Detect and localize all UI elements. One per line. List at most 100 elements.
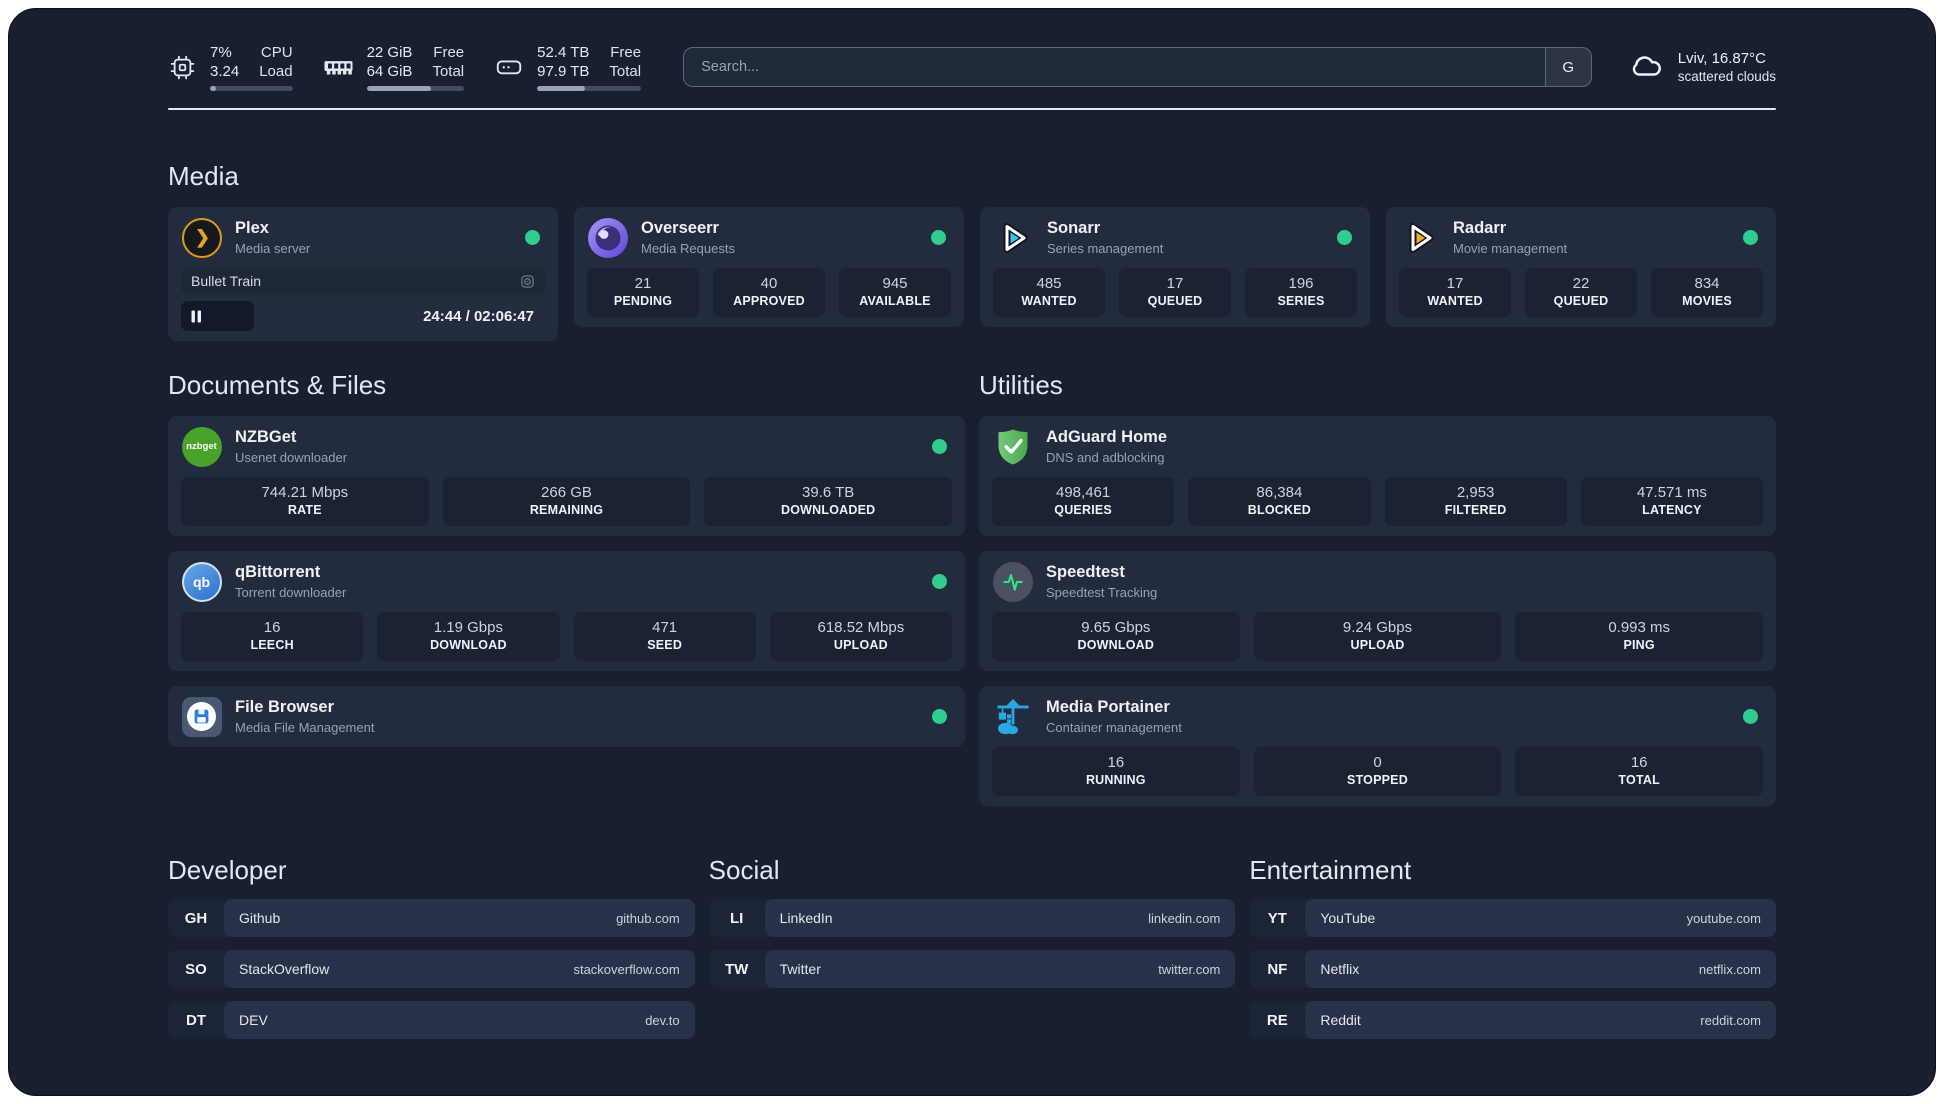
cloud-icon	[1628, 46, 1665, 83]
service-card-radarr[interactable]: Radarr Movie management 17 WANTED 22 QUEUED 83…	[1386, 207, 1776, 327]
system-resources: 7% 3.24 CPU Load 22 GiB 64 GiB Free Total 52.4 T…	[168, 43, 642, 91]
resource-value: 22 GiB	[366, 44, 413, 61]
adguard-icon	[992, 426, 1033, 467]
service-stats: 744.21 Mbps RATE 266 GB REMAINING 39.6 TB DOW…	[181, 477, 952, 526]
stat-total: 16 TOTAL	[1515, 747, 1763, 796]
bookmark-twitter[interactable]: TW Twitter twitter.com	[708, 950, 1236, 988]
stat-value: 16	[263, 619, 281, 636]
resource-label: Free	[433, 44, 465, 61]
bookmark-sections: Developer GH Github github.com SO StackOverfl…	[168, 854, 1776, 1079]
stat-queued: 22 QUEUED	[1525, 268, 1637, 317]
stat-value: 945	[882, 275, 908, 292]
resource-value: 52.4 TB	[537, 44, 590, 61]
bookmark-name: YouTube	[1320, 910, 1376, 926]
stat-label: PENDING	[613, 294, 673, 308]
cloud-icon	[1628, 46, 1665, 88]
bookmark-url: stackoverflow.com	[573, 961, 680, 977]
stat-value: 2,953	[1456, 484, 1495, 501]
plex-icon: ❯	[181, 217, 222, 258]
service-name: AdGuard Home	[1046, 428, 1168, 446]
section-title-utilities: Utilities	[979, 370, 1063, 400]
cpu-icon	[168, 53, 197, 82]
service-card-speedtest[interactable]: Speedtest Speedtest Tracking 9.65 Gbps DOWN…	[979, 551, 1776, 671]
service-card-sonarr[interactable]: Sonarr Series management 485 WANTED 17 QUEUED…	[980, 207, 1370, 327]
bookmark-name: Github	[239, 910, 281, 926]
stat-running: 16 RUNNING	[992, 747, 1240, 796]
stat-label: STOPPED	[1347, 773, 1408, 787]
service-card-media-portainer[interactable]: Media Portainer Container management 16 RUN…	[979, 686, 1776, 806]
bookmark-group-entertainment: Entertainment YT YouTube youtube.com NF Netfl…	[1249, 854, 1776, 1039]
bookmark-linkedin[interactable]: LI LinkedIn linkedin.com	[708, 899, 1236, 937]
bookmark-name: StackOverflow	[239, 961, 330, 977]
stat-downloaded: 39.6 TB DOWNLOADED	[704, 477, 952, 526]
stat-available: 945 AVAILABLE	[839, 268, 951, 317]
stat-wanted: 485 WANTED	[993, 268, 1105, 317]
bookmark-youtube[interactable]: YT YouTube youtube.com	[1249, 899, 1776, 937]
status-dot	[1743, 709, 1758, 724]
bookmark-url: youtube.com	[1686, 910, 1761, 926]
service-name: NZBGet	[235, 428, 297, 446]
service-card-file-browser[interactable]: File Browser Media File Management	[168, 686, 965, 747]
service-description: Speedtest Tracking	[1046, 585, 1158, 600]
service-card-overseerr[interactable]: Overseerr Media Requests 21 PENDING 40 APPROV…	[574, 207, 964, 327]
bookmark-dev[interactable]: DT DEV dev.to	[168, 1001, 695, 1039]
service-stats: 16 RUNNING 0 STOPPED 16 TOTAL	[992, 747, 1763, 796]
status-dot	[932, 574, 947, 589]
stat-value: 1.19 Gbps	[433, 619, 503, 636]
search-bar: G	[683, 47, 1592, 87]
service-card-adguard-home[interactable]: AdGuard Home DNS and adblocking 498,461 QUE…	[979, 416, 1776, 536]
service-name: Radarr	[1453, 219, 1507, 237]
stat-label: LEECH	[250, 638, 294, 652]
resource-label: Total	[609, 63, 642, 80]
bookmark-netflix[interactable]: NF Netflix netflix.com	[1249, 950, 1776, 988]
resource-label: Free	[610, 44, 642, 61]
resource-memory: 22 GiB 64 GiB Free Total	[323, 43, 465, 91]
bookmark-url: netflix.com	[1698, 961, 1761, 977]
service-description: Media server	[235, 241, 311, 256]
service-stats: 21 PENDING 40 APPROVED 945 AVAILABLE	[587, 268, 951, 317]
stat-value: 498,461	[1056, 484, 1111, 501]
service-description: Torrent downloader	[235, 585, 347, 600]
service-stats: 485 WANTED 17 QUEUED 196 SERIES	[993, 268, 1357, 317]
service-card-nzbget[interactable]: nzbget NZBGet Usenet downloader 744.21 Mbps…	[168, 416, 965, 536]
service-name: Overseerr	[641, 219, 719, 237]
section-documents: Documents & Files nzbget NZBGet Usenet dow…	[168, 369, 965, 747]
service-card-plex[interactable]: ❯ Plex Media server Bullet Train 24:44 / 02:…	[168, 207, 558, 341]
resource-value: 64 GiB	[366, 63, 413, 80]
bookmark-reddit[interactable]: RE Reddit reddit.com	[1249, 1001, 1776, 1039]
bookmark-url: dev.to	[645, 1012, 680, 1028]
stat-label: DOWNLOAD	[430, 638, 507, 652]
weather-widget[interactable]: Lviv, 16.87°C scattered clouds	[1628, 46, 1776, 88]
stat-remaining: 266 GB REMAINING	[442, 477, 691, 526]
header-divider	[168, 108, 1776, 110]
now-playing-row: Bullet Train	[181, 267, 545, 295]
service-name: Media Portainer	[1046, 698, 1170, 716]
memory-icon	[323, 57, 354, 78]
status-dot	[1743, 230, 1758, 245]
stat-leech: 16 LEECH	[181, 612, 364, 661]
stat-label: QUEUED	[1553, 294, 1609, 308]
service-description: DNS and adblocking	[1046, 450, 1165, 465]
stat-value: 9.24 Gbps	[1342, 619, 1413, 636]
service-description: Media File Management	[235, 720, 375, 735]
resource-usage-bar	[366, 86, 465, 91]
stat-label: REMAINING	[529, 503, 604, 517]
search-input[interactable]	[684, 48, 1545, 86]
stat-label: LATENCY	[1642, 503, 1702, 517]
status-dot	[525, 230, 540, 245]
service-card-qbittorrent[interactable]: qb qBittorrent Torrent downloader 16 LEECH 1.…	[168, 551, 965, 671]
stat-approved: 40 APPROVED	[713, 268, 825, 317]
stat-wanted: 17 WANTED	[1399, 268, 1511, 317]
bookmark-stackoverflow[interactable]: SO StackOverflow stackoverflow.com	[168, 950, 695, 988]
pause-icon	[191, 301, 202, 331]
stat-label: RUNNING	[1085, 773, 1146, 787]
stat-label: DOWNLOADED	[780, 503, 876, 517]
resource-value: 7%	[210, 44, 232, 61]
bookmark-abbr: NF	[1267, 960, 1288, 978]
search-provider-button[interactable]: G	[1544, 48, 1591, 86]
stat-label: SERIES	[1277, 294, 1325, 308]
stat-filtered: 2,953 FILTERED	[1384, 477, 1567, 526]
bookmark-abbr: LI	[729, 909, 744, 927]
stat-stopped: 0 STOPPED	[1253, 747, 1502, 796]
bookmark-github[interactable]: GH Github github.com	[168, 899, 695, 937]
